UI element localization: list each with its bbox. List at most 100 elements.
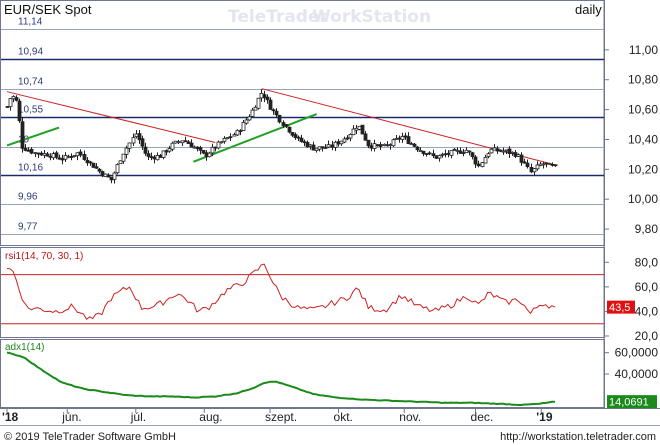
candle-body	[495, 148, 500, 152]
candle-body	[109, 176, 114, 181]
candle-body	[308, 144, 313, 147]
candle-body	[268, 99, 273, 110]
candle-body	[437, 155, 442, 159]
candle-body	[287, 126, 292, 133]
candle-body	[434, 155, 439, 159]
candle-body	[45, 153, 50, 157]
rsi-tick-label: 60,0	[635, 280, 659, 294]
time-axis-label: okt.	[334, 410, 353, 424]
candle-body	[134, 133, 139, 137]
candle-body	[140, 138, 145, 147]
candle-body	[222, 138, 227, 142]
candle-body	[351, 128, 356, 136]
symbol-title: EUR/SEK Spot	[4, 2, 92, 17]
candle-body	[519, 154, 524, 163]
candle-body	[29, 148, 34, 154]
candle-body	[195, 146, 200, 149]
candle-body	[446, 152, 451, 155]
price-tick-label: 10,60	[628, 103, 658, 117]
rsi-tick-label: 40,0	[635, 304, 659, 318]
candle-body	[363, 133, 368, 141]
candle-body	[51, 153, 56, 159]
time-axis-label: szept.	[265, 410, 297, 424]
adx-last-value: 14,0691	[609, 397, 649, 409]
adx-title: adx1(14)	[5, 342, 44, 353]
candle-body	[210, 146, 215, 154]
candle-body	[498, 149, 503, 152]
price-tick-label: 10,40	[628, 132, 658, 146]
price-level-label: 9,77	[18, 222, 38, 233]
price-level-label: 10,16	[18, 163, 43, 174]
candle-body	[228, 136, 233, 139]
candle-body	[198, 147, 203, 151]
candle-body	[412, 143, 417, 147]
rsi-title: rsi1(14, 70, 30, 1)	[5, 251, 83, 262]
rsi-axis-ticks: 80,0 60,0 40,0 20,0	[604, 255, 658, 343]
candle-body	[158, 154, 163, 158]
candle-body	[170, 142, 175, 150]
candle-body	[529, 166, 534, 173]
candle-body	[259, 93, 264, 99]
candle-body	[72, 155, 77, 157]
candle-body	[164, 150, 169, 153]
candle-body	[23, 148, 28, 151]
rsi-series-line	[6, 263, 556, 321]
candle-body	[127, 142, 132, 149]
candle-body	[443, 153, 448, 156]
candle-body	[232, 134, 237, 137]
candle-body	[219, 141, 224, 144]
candle-body	[461, 152, 466, 154]
candle-body	[375, 144, 380, 147]
candle-body	[305, 142, 310, 148]
candle-body	[189, 142, 194, 148]
candle-body	[63, 155, 68, 160]
candle-body	[176, 141, 181, 144]
candle-body	[36, 152, 41, 155]
time-axis-label: '19	[536, 410, 553, 424]
candle-body	[124, 147, 129, 155]
candle-body	[532, 168, 537, 173]
candle-body	[504, 149, 509, 152]
candle-body	[85, 159, 90, 164]
candle-body	[146, 153, 151, 157]
candle-body	[480, 162, 485, 168]
candle-body	[489, 148, 494, 154]
candle-body	[277, 114, 282, 123]
candle-body	[265, 96, 270, 101]
candle-body	[5, 106, 10, 108]
candle-body	[354, 127, 359, 131]
candle-body	[296, 136, 301, 139]
price-level-label: 11,14	[18, 17, 43, 28]
candle-body	[311, 144, 316, 151]
candle-body	[216, 141, 221, 149]
price-level-label: 10,94	[18, 47, 43, 58]
candle-body	[39, 152, 44, 156]
candle-body	[467, 150, 472, 153]
candle-body	[33, 152, 38, 155]
candle-body	[250, 109, 255, 117]
candle-body	[115, 164, 120, 174]
candle-body	[492, 147, 497, 151]
candle-body	[440, 153, 445, 156]
rsi-tick-label: 80,0	[635, 255, 659, 269]
candle-body	[274, 110, 279, 116]
copyright-text: © 2019 TeleTrader Software GmbH	[4, 431, 176, 443]
candle-body	[235, 129, 240, 136]
price-level-lines: 11,1410,9410,7410,551010,169,969,77	[1, 17, 604, 235]
candle-body	[207, 152, 212, 158]
candle-body	[155, 155, 160, 161]
price-tick-label: 10,00	[628, 192, 658, 206]
candle-body	[167, 148, 172, 152]
candle-body	[516, 154, 521, 157]
candle-body	[17, 100, 22, 122]
candle-body	[66, 155, 71, 158]
adx-series-line	[6, 351, 556, 406]
period-label: daily	[575, 2, 602, 17]
candle-body	[473, 156, 478, 165]
candle-body	[213, 146, 218, 149]
source-url: http://workstation.teletrader.com	[500, 431, 656, 443]
candle-body	[54, 152, 59, 158]
candle-body	[103, 173, 108, 178]
candle-body	[431, 153, 436, 157]
candle-body	[409, 143, 414, 145]
